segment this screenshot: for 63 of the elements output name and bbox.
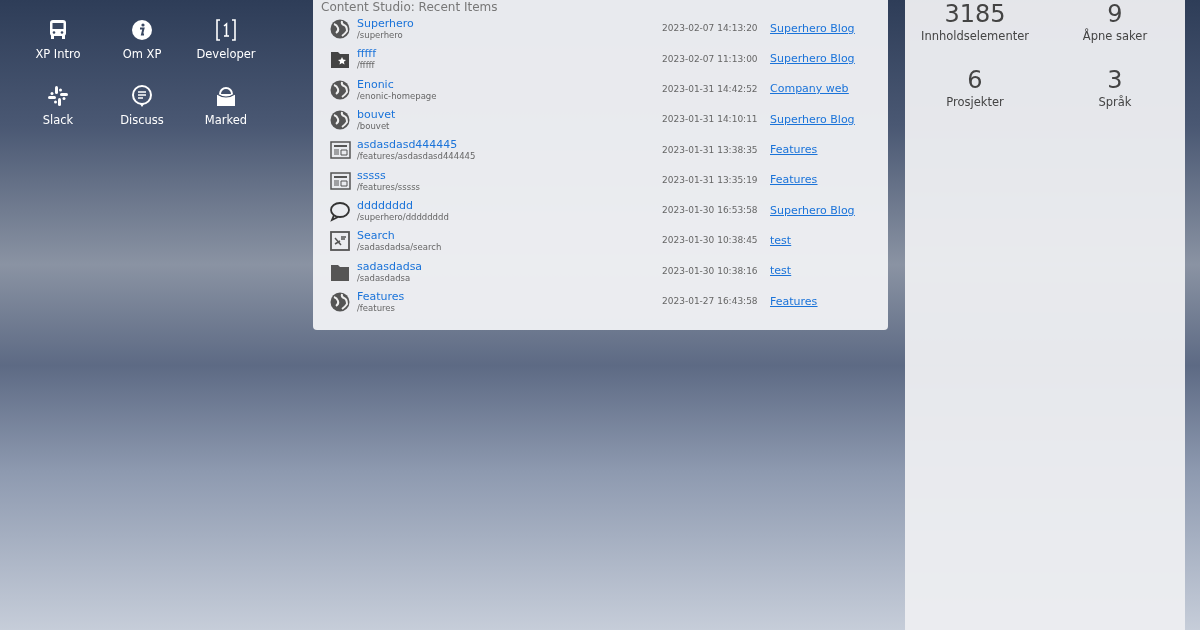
- project-link[interactable]: Superhero Blog: [770, 203, 855, 217]
- item-path: /enonic-homepage: [357, 90, 438, 102]
- item-date: 2023-01-27 16:43:58: [662, 295, 759, 309]
- item-date: 2023-02-07 14:13:20: [662, 22, 759, 36]
- project-link[interactable]: test: [770, 233, 792, 247]
- item-name-link[interactable]: fffff: [357, 47, 662, 61]
- app-launcher[interactable]: Om XP: [100, 16, 184, 66]
- project-link[interactable]: Superhero Blog: [770, 112, 855, 126]
- newspaper-icon: [329, 169, 351, 192]
- slack-icon: [46, 84, 70, 108]
- stat-label: Prosjekter: [946, 94, 1004, 111]
- project-link[interactable]: Features: [770, 173, 818, 187]
- speech-bubble-icon: [329, 199, 351, 222]
- item-path: /features: [357, 302, 396, 314]
- stat-value: 3: [1107, 66, 1123, 94]
- project-link[interactable]: Superhero Blog: [770, 21, 855, 35]
- app-launcher[interactable]: Discuss: [100, 82, 184, 132]
- stat-label: Åpne saker: [1082, 28, 1148, 45]
- project-link[interactable]: Features: [770, 294, 818, 308]
- item-date: 2023-01-31 14:42:52: [662, 83, 759, 96]
- newspaper-icon: [329, 139, 351, 162]
- app-launcher[interactable]: XP Intro: [16, 16, 100, 66]
- stat-value: 6: [967, 66, 983, 94]
- item-path: /fffff: [357, 60, 376, 72]
- item-date: 2023-01-31 13:35:19: [662, 173, 759, 187]
- project-link[interactable]: test: [770, 264, 792, 278]
- item-date: 2023-01-30 10:38:45: [662, 234, 759, 248]
- bracket-one-icon: [214, 18, 238, 42]
- item-name-link[interactable]: sssss: [357, 168, 662, 182]
- item-path: /superhero/dddddddd: [357, 211, 450, 223]
- item-date: 2023-02-07 11:13:00: [662, 52, 759, 66]
- chat-bubble-icon: [130, 84, 154, 108]
- item-name-link[interactable]: dddddddd: [357, 198, 662, 212]
- item-name-link[interactable]: asdasdasd444445: [357, 138, 662, 152]
- item-name-link[interactable]: Superhero: [357, 17, 662, 31]
- project-link[interactable]: Features: [770, 143, 818, 157]
- stat-label: Språk: [1098, 94, 1132, 111]
- item-path: /features/sssss: [357, 181, 421, 193]
- item-name-link[interactable]: sadasdadsa: [357, 259, 662, 273]
- stat-value: 3185: [944, 0, 1006, 28]
- app-launcher[interactable]: Slack: [16, 82, 100, 132]
- app-launcher[interactable]: Developer: [184, 16, 268, 66]
- item-path: /bouvet: [357, 121, 391, 133]
- item-date: 2023-01-31 14:10:11: [662, 113, 759, 127]
- project-link[interactable]: Company web: [770, 82, 849, 96]
- info-icon: [130, 18, 154, 42]
- item-date: 2023-01-30 16:53:58: [662, 204, 759, 218]
- app-launcher[interactable]: Marked: [184, 82, 268, 132]
- item-name-link[interactable]: Search: [357, 229, 662, 243]
- stat-value: 9: [1107, 0, 1123, 28]
- item-path: /sadasdadsa: [357, 272, 412, 284]
- item-name-link[interactable]: Enonic: [357, 77, 662, 91]
- item-date: 2023-01-30 10:38:16: [662, 264, 759, 278]
- item-name-link[interactable]: Features: [357, 289, 662, 303]
- item-path: /superhero: [357, 30, 404, 42]
- item-path: /sadasdadsa/search: [357, 242, 443, 254]
- item-path: /features/asdasdasd444445: [357, 151, 477, 163]
- item-name-link[interactable]: bouvet: [357, 108, 662, 122]
- shopping-bag-icon: [214, 84, 238, 108]
- stat-label: Innholdselementer: [921, 28, 1029, 45]
- panel-title: Content Studio: Recent Items: [321, 0, 499, 14]
- item-date: 2023-01-31 13:38:35: [662, 143, 759, 157]
- project-link[interactable]: Superhero Blog: [770, 52, 855, 66]
